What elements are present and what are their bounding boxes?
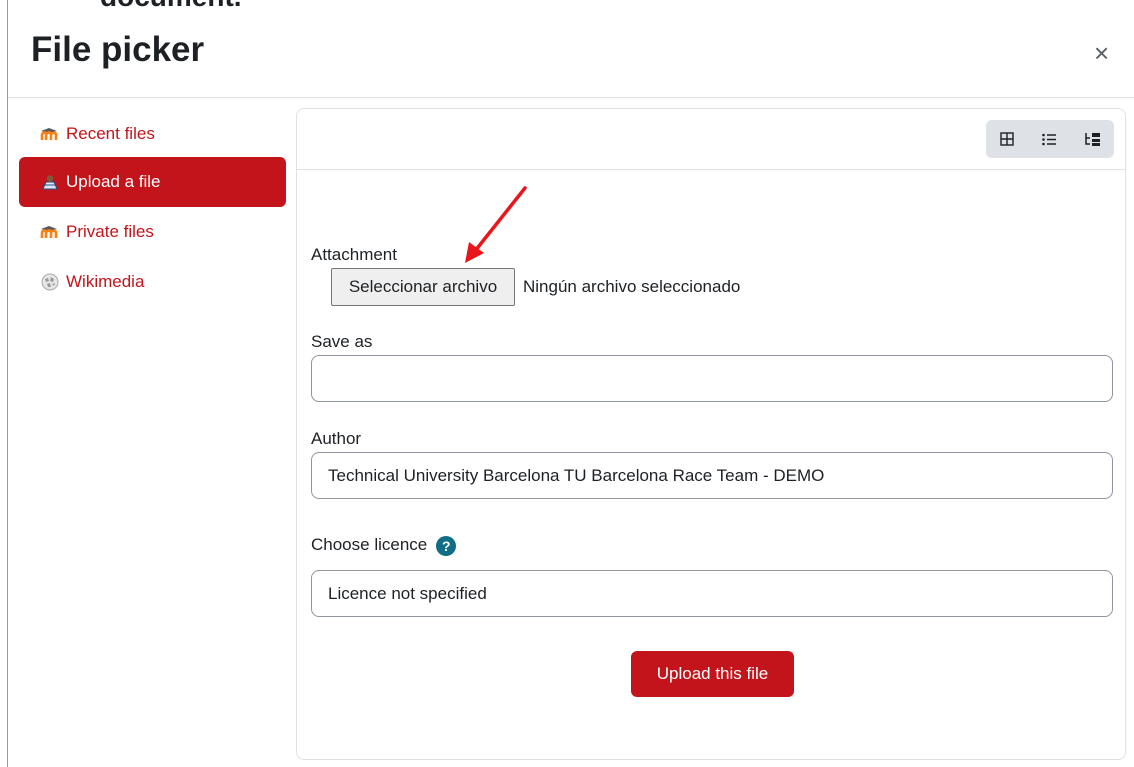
panel-toolbar <box>297 109 1125 170</box>
view-switcher <box>986 120 1114 158</box>
moodle-icon <box>40 125 60 143</box>
licence-select[interactable]: Licence not specified <box>311 570 1113 617</box>
sidebar-item-wikimedia[interactable]: Wikimedia <box>19 257 286 307</box>
sidebar-item-private-files[interactable]: Private files <box>19 207 286 257</box>
left-border <box>7 0 8 767</box>
annotation-arrow-icon <box>465 186 527 263</box>
list-view-icon[interactable] <box>1033 124 1067 154</box>
moodle-icon <box>40 223 60 241</box>
help-icon[interactable]: ? <box>436 535 457 556</box>
dialog-title: File picker <box>31 30 205 69</box>
sidebar-item-label: Private files <box>66 222 154 241</box>
grid-view-icon[interactable] <box>990 124 1024 154</box>
licence-label: Choose licence <box>311 535 428 554</box>
sidebar-item-recent-files[interactable]: Recent files <box>19 111 286 157</box>
save-as-input[interactable] <box>311 355 1113 402</box>
header-divider <box>8 97 1134 98</box>
sidebar-item-upload-a-file[interactable]: Upload a file <box>19 157 286 207</box>
licence-value: Licence not specified <box>328 583 487 603</box>
select-file-button[interactable]: Seleccionar archivo <box>331 268 515 306</box>
file-status-text: Ningún archivo seleccionado <box>523 277 741 296</box>
sidebar-item-label: Upload a file <box>66 172 161 191</box>
tree-view-icon[interactable] <box>1076 124 1110 154</box>
sidebar-item-label: Wikimedia <box>66 272 145 291</box>
author-field[interactable]: Technical University Barcelona TU Barcel… <box>311 452 1113 499</box>
upload-file-button[interactable]: Upload this file <box>631 651 794 697</box>
upload-icon <box>40 173 60 191</box>
author-value: Technical University Barcelona TU Barcel… <box>328 465 825 485</box>
close-icon[interactable]: × <box>1094 40 1109 66</box>
cut-off-heading: document. <box>100 0 242 13</box>
author-label: Author <box>311 429 362 448</box>
attachment-label: Attachment <box>311 245 397 264</box>
sidebar-item-label: Recent files <box>66 124 155 143</box>
wikimedia-icon <box>40 273 60 291</box>
repository-sidebar: Recent files Upload a file Private files <box>19 111 286 307</box>
licence-label-row: Choose licence? <box>311 535 457 556</box>
save-as-label: Save as <box>311 332 373 351</box>
